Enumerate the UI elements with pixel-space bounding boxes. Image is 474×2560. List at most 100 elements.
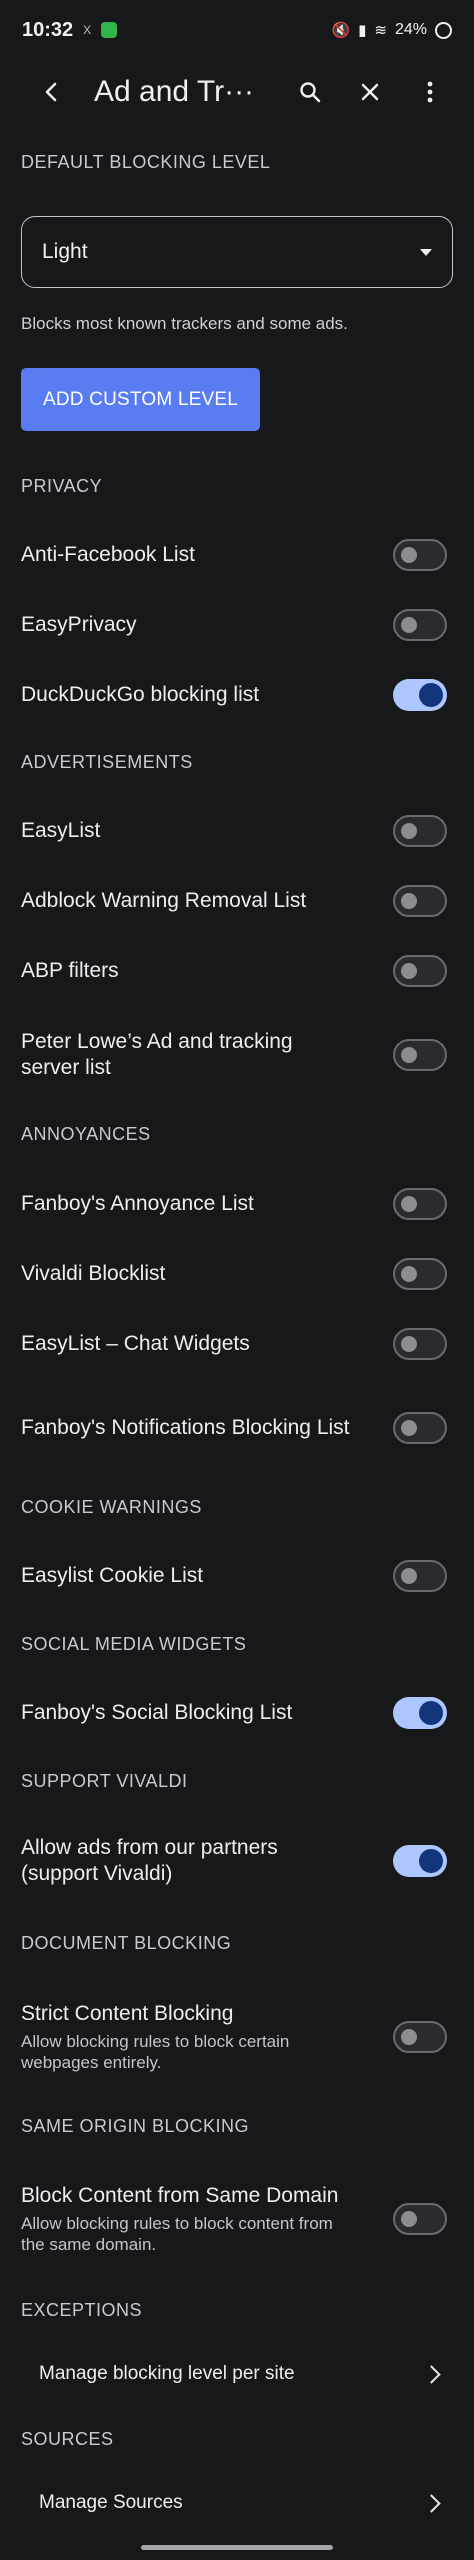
toggle-knob <box>401 1047 417 1063</box>
blocking-level-selected: Light <box>42 240 88 263</box>
toggle-same-domain-blocking[interactable] <box>393 2203 447 2235</box>
toggle-knob <box>401 1336 417 1352</box>
add-custom-level-button[interactable]: ADD CUSTOM LEVEL <box>21 368 260 431</box>
page-title: Ad and Tr··· <box>94 75 255 108</box>
toggle-knob <box>401 617 417 633</box>
back-button[interactable] <box>30 70 74 114</box>
list-row-fanboy-notifications[interactable]: Fanboy's Notifications Blocking List <box>0 1383 474 1473</box>
toggle-knob <box>419 1701 443 1725</box>
toggle-strict-content-blocking[interactable] <box>393 2021 447 2053</box>
blocking-level-select[interactable]: Light <box>21 216 453 288</box>
toggle-duckduckgo[interactable] <box>393 679 447 711</box>
arrow-left-icon <box>45 82 57 102</box>
list-row-fanboy-social[interactable]: Fanboy's Social Blocking List <box>0 1678 474 1748</box>
list-label: Anti-Facebook List <box>21 542 195 566</box>
list-label: Fanboy's Social Blocking List <box>21 1700 293 1724</box>
status-time: 10:32 <box>22 18 74 41</box>
toggle-knob <box>401 547 417 563</box>
chevron-right-icon <box>422 2364 441 2384</box>
section-header-default-blocking-level: DEFAULT BLOCKING LEVEL <box>21 152 271 172</box>
list-row-fanboy-annoyance[interactable]: Fanboy's Annoyance List <box>0 1169 474 1239</box>
x-notification-icon: X <box>83 23 92 37</box>
list-row-strict-content-blocking[interactable]: Strict Content Blocking Allow blocking r… <box>0 1984 474 2090</box>
toggle-knob <box>401 1266 417 1282</box>
list-label: Strict Content Blocking <box>21 2001 234 2025</box>
gesture-navigation-bar[interactable] <box>141 2545 333 2550</box>
section-header-exceptions: EXCEPTIONS <box>21 2300 143 2320</box>
list-label: EasyPrivacy <box>21 612 137 636</box>
toggle-peter-lowe[interactable] <box>393 1039 447 1071</box>
list-label: EasyList <box>21 818 101 842</box>
close-button[interactable] <box>348 70 392 114</box>
toggle-fanboy-notifications[interactable] <box>393 1412 447 1444</box>
list-row-easylist-cookie[interactable]: Easylist Cookie List <box>0 1541 474 1611</box>
list-row-adblock-warning-removal[interactable]: Adblock Warning Removal List <box>0 866 474 936</box>
section-header-annoyances: ANNOYANCES <box>21 1124 151 1144</box>
wifi-icon: ≋ <box>374 22 387 39</box>
section-header-privacy: PRIVACY <box>21 476 103 496</box>
triangle-down-icon <box>420 248 432 256</box>
section-header-sources: SOURCES <box>21 2429 114 2449</box>
list-row-easylist-chat-widgets[interactable]: EasyList – Chat Widgets <box>0 1309 474 1379</box>
toggle-knob <box>401 2029 417 2045</box>
search-button[interactable] <box>288 70 332 114</box>
list-row-anti-facebook[interactable]: Anti-Facebook List <box>0 520 474 590</box>
section-header-cookie-warnings: COOKIE WARNINGS <box>21 1497 202 1517</box>
search-icon <box>300 82 321 103</box>
toggle-knob <box>401 1568 417 1584</box>
list-row-vivaldi-blocklist[interactable]: Vivaldi Blocklist <box>0 1239 474 1309</box>
toggle-knob <box>401 823 417 839</box>
list-description: Allow blocking rules to block certain we… <box>21 2031 290 2073</box>
app-notification-icon <box>101 22 118 38</box>
blocking-level-description: Blocks most known trackers and some ads. <box>21 314 348 333</box>
toggle-knob <box>401 893 417 909</box>
section-header-support-vivaldi: SUPPORT VIVALDI <box>21 1771 188 1791</box>
list-label: EasyList – Chat Widgets <box>21 1331 250 1355</box>
list-description: Allow blocking rules to block content fr… <box>21 2213 333 2255</box>
list-label: Adblock Warning Removal List <box>21 888 307 912</box>
toggle-vivaldi-blocklist[interactable] <box>393 1258 447 1290</box>
toggle-easylist-chat-widgets[interactable] <box>393 1328 447 1360</box>
battery-level: 24% <box>394 21 427 38</box>
toggle-easylist-cookie[interactable] <box>393 1560 447 1592</box>
list-label: Peter Lowe’s Ad and tracking server list <box>21 1029 293 1079</box>
toggle-easyprivacy[interactable] <box>393 609 447 641</box>
toggle-knob <box>419 683 443 707</box>
toggle-easylist[interactable] <box>393 815 447 847</box>
signal-icon: ▮ <box>358 22 367 39</box>
toggle-abp-filters[interactable] <box>393 955 447 987</box>
list-row-abp-filters[interactable]: ABP filters <box>0 936 474 1006</box>
more-options-button[interactable] <box>408 70 452 114</box>
close-icon <box>361 83 379 101</box>
mute-icon: 🔇 <box>331 22 351 39</box>
chevron-right-icon <box>422 2493 441 2513</box>
battery-icon <box>435 21 452 39</box>
nav-label: Manage Sources <box>39 2492 183 2513</box>
list-row-easyprivacy[interactable]: EasyPrivacy <box>0 590 474 660</box>
list-label: Fanboy's Notifications Blocking List <box>21 1415 350 1439</box>
toggle-knob <box>401 1196 417 1212</box>
toggle-partner-ads[interactable] <box>393 1845 447 1877</box>
list-label: ABP filters <box>21 958 119 982</box>
list-row-duckduckgo[interactable]: DuckDuckGo blocking list <box>0 660 474 730</box>
list-label: Fanboy's Annoyance List <box>21 1191 254 1215</box>
manage-blocking-level-per-site[interactable]: Manage blocking level per site <box>0 2344 474 2404</box>
toggle-adblock-warning-removal[interactable] <box>393 885 447 917</box>
toggle-anti-facebook[interactable] <box>393 539 447 571</box>
status-bar: 10:32 X 🔇 ▮ ≋ 24% <box>0 0 474 60</box>
nav-label: Manage blocking level per site <box>39 2363 295 2384</box>
list-row-same-domain-blocking[interactable]: Block Content from Same Domain Allow blo… <box>0 2166 474 2272</box>
toggle-knob <box>401 2211 417 2227</box>
more-vertical-icon <box>427 81 433 103</box>
list-row-peter-lowe[interactable]: Peter Lowe’s Ad and tracking server list <box>0 1010 474 1100</box>
toggle-knob <box>401 963 417 979</box>
list-label: Allow ads from our partners (support Viv… <box>21 1835 278 1885</box>
toggle-fanboy-social[interactable] <box>393 1697 447 1729</box>
section-header-document-blocking: DOCUMENT BLOCKING <box>21 1933 232 1953</box>
toggle-knob <box>401 1420 417 1436</box>
list-row-partner-ads[interactable]: Allow ads from our partners (support Viv… <box>0 1816 474 1906</box>
manage-sources[interactable]: Manage Sources <box>0 2473 474 2533</box>
toggle-fanboy-annoyance[interactable] <box>393 1188 447 1220</box>
list-row-easylist[interactable]: EasyList <box>0 796 474 866</box>
list-label: DuckDuckGo blocking list <box>21 682 260 706</box>
